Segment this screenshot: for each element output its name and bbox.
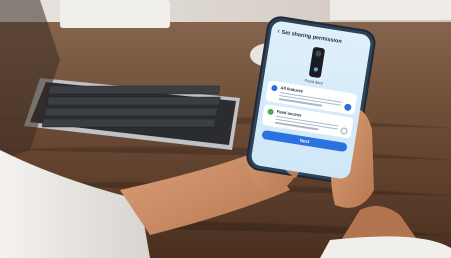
check-circle-icon <box>267 108 275 116</box>
screen-title: Set sharing permission <box>281 29 343 45</box>
chevron-left-icon[interactable]: ‹ <box>277 28 280 35</box>
radio-selected-icon[interactable] <box>343 103 352 112</box>
photo-scene: ‹ Set sharing permission Front door All … <box>0 0 451 258</box>
phone-screen: ‹ Set sharing permission Front door All … <box>250 20 372 180</box>
radio-unselected-icon[interactable] <box>340 127 349 136</box>
doorbell-camera-image <box>308 46 326 79</box>
shield-icon <box>270 84 278 92</box>
